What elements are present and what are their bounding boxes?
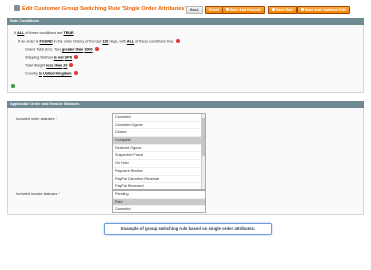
scrollbar-thumb[interactable] (202, 118, 205, 156)
remove-condition-icon[interactable] (74, 55, 79, 59)
condition-shipping-method: Shipping Method is not UPS (25, 55, 79, 60)
statuses-header: Applicable Order and Invoice Statuses (7, 101, 364, 108)
back-button[interactable]: Back (186, 6, 203, 14)
caption-text: Example of group switching rule based on… (120, 226, 256, 231)
condition-root-prefix: If (14, 31, 17, 35)
add-condition-icon[interactable] (11, 84, 15, 88)
total-weight-value[interactable]: 20 (63, 64, 67, 68)
statuses-title: Applicable Order and Invoice Statuses (10, 102, 80, 106)
country-attribute: Country (25, 71, 38, 76)
aggregator-select-2[interactable]: ALL (127, 40, 134, 44)
found-select[interactable]: FOUND (40, 40, 53, 44)
save-icon (272, 8, 275, 11)
condition-grand-total: Grand Total (Incl. Tax) greater than 100… (25, 47, 99, 52)
grand-total-attribute: Grand Total (Incl. Tax) (25, 47, 61, 52)
order-status-option[interactable]: Complete (113, 137, 205, 145)
invoice-statuses-multiselect[interactable]: Pending Paid Canceled (112, 190, 206, 213)
rule-conditions-header: Rule Conditions (7, 18, 364, 25)
shipping-method-attribute: Shipping Method (25, 55, 53, 60)
order-status-option[interactable]: Canceled Ogone (113, 122, 205, 130)
order-status-option[interactable]: Payment Review (113, 168, 205, 176)
shipping-method-value[interactable]: UPS (65, 56, 73, 60)
days-value[interactable]: 120 (102, 40, 108, 44)
invoice-status-option[interactable]: Canceled (113, 206, 205, 212)
save-icon (301, 8, 304, 11)
days-with-text: days, with (109, 39, 126, 44)
save-icon (226, 8, 229, 11)
total-weight-attribute: Total Weight (25, 63, 46, 68)
page-title: Edit Customer Group Switching Rule 'Sing… (14, 5, 186, 12)
order-status-option[interactable]: Suspected Fraud (113, 152, 205, 161)
condition-order-history: If an order is FOUND in the order histor… (18, 39, 181, 44)
order-history-text: in the order history (53, 39, 85, 44)
condition-root: If ALL of these conditions are TRUE: (14, 31, 75, 35)
order-status-option[interactable]: On Hold (113, 160, 205, 168)
remove-condition-icon[interactable] (176, 39, 181, 43)
condition-total-weight: Total Weight less than 20 (25, 63, 74, 68)
invoice-status-option[interactable]: Paid (113, 198, 205, 207)
save-and-continue-button[interactable]: Save And Continue Edit (297, 6, 350, 14)
aggregator-select[interactable]: ALL (17, 31, 24, 35)
order-history-prefix: If an order is (18, 39, 39, 44)
order-statuses-label: Included order statuses * (16, 117, 57, 121)
remove-condition-icon[interactable] (69, 63, 74, 67)
grand-total-operator[interactable]: greater than (62, 48, 83, 52)
save-and-execute-button[interactable]: Save And Execute (222, 6, 266, 14)
reset-button-label: Reset (209, 8, 219, 12)
scrollbar[interactable] (201, 114, 205, 189)
save-rule-label: Save Rule (276, 8, 294, 12)
order-status-option[interactable]: PayPal Canceled Reversal (113, 176, 205, 184)
save-and-continue-label: Save And Continue Edit (305, 8, 346, 12)
invoice-statuses-label-text: Included invoice statuses (16, 192, 58, 196)
reset-button[interactable]: Reset (205, 6, 223, 14)
order-status-option[interactable]: Closed (113, 129, 205, 138)
back-button-label: Back (190, 8, 199, 12)
condition-country: Country is United Kingdom (25, 71, 78, 76)
invoice-status-option[interactable]: Pending (113, 191, 205, 199)
page-title-text: Edit Customer Group Switching Rule 'Sing… (22, 6, 186, 12)
save-and-execute-label: Save And Execute (230, 8, 262, 12)
shipping-method-operator[interactable]: is not (54, 56, 64, 60)
order-status-option[interactable]: Canceled (113, 114, 205, 122)
order-statuses-label-text: Included order statuses (16, 117, 55, 121)
remove-condition-icon[interactable] (73, 71, 78, 75)
conditions-true-text: of these conditions true: (135, 39, 175, 44)
grand-total-value[interactable]: 1000 (84, 48, 92, 52)
condition-root-colon: : (73, 31, 75, 35)
required-mark: * (55, 117, 57, 121)
country-operator[interactable]: is (39, 72, 42, 76)
total-weight-operator[interactable]: less than (46, 64, 62, 68)
order-statuses-multiselect[interactable]: Canceled Canceled Ogone Closed Complete Decl… (112, 113, 206, 190)
order-status-option[interactable]: Declined Ogone (113, 145, 205, 153)
caption: Example of group switching rule based on… (104, 223, 272, 235)
country-value[interactable]: United Kingdom (43, 72, 71, 76)
rule-conditions-title: Rule Conditions (10, 19, 40, 23)
remove-condition-icon[interactable] (94, 47, 99, 51)
order-status-option[interactable]: PayPal Reversed (113, 183, 205, 189)
last-text: of the last (85, 39, 102, 44)
condition-root-text: of these conditions are (25, 31, 63, 35)
save-rule-button[interactable]: Save Rule (268, 6, 298, 14)
invoice-statuses-label: Included invoice statuses * (16, 192, 60, 196)
value-select[interactable]: TRUE (63, 31, 73, 35)
required-mark: * (58, 192, 60, 196)
rule-icon (14, 5, 20, 11)
